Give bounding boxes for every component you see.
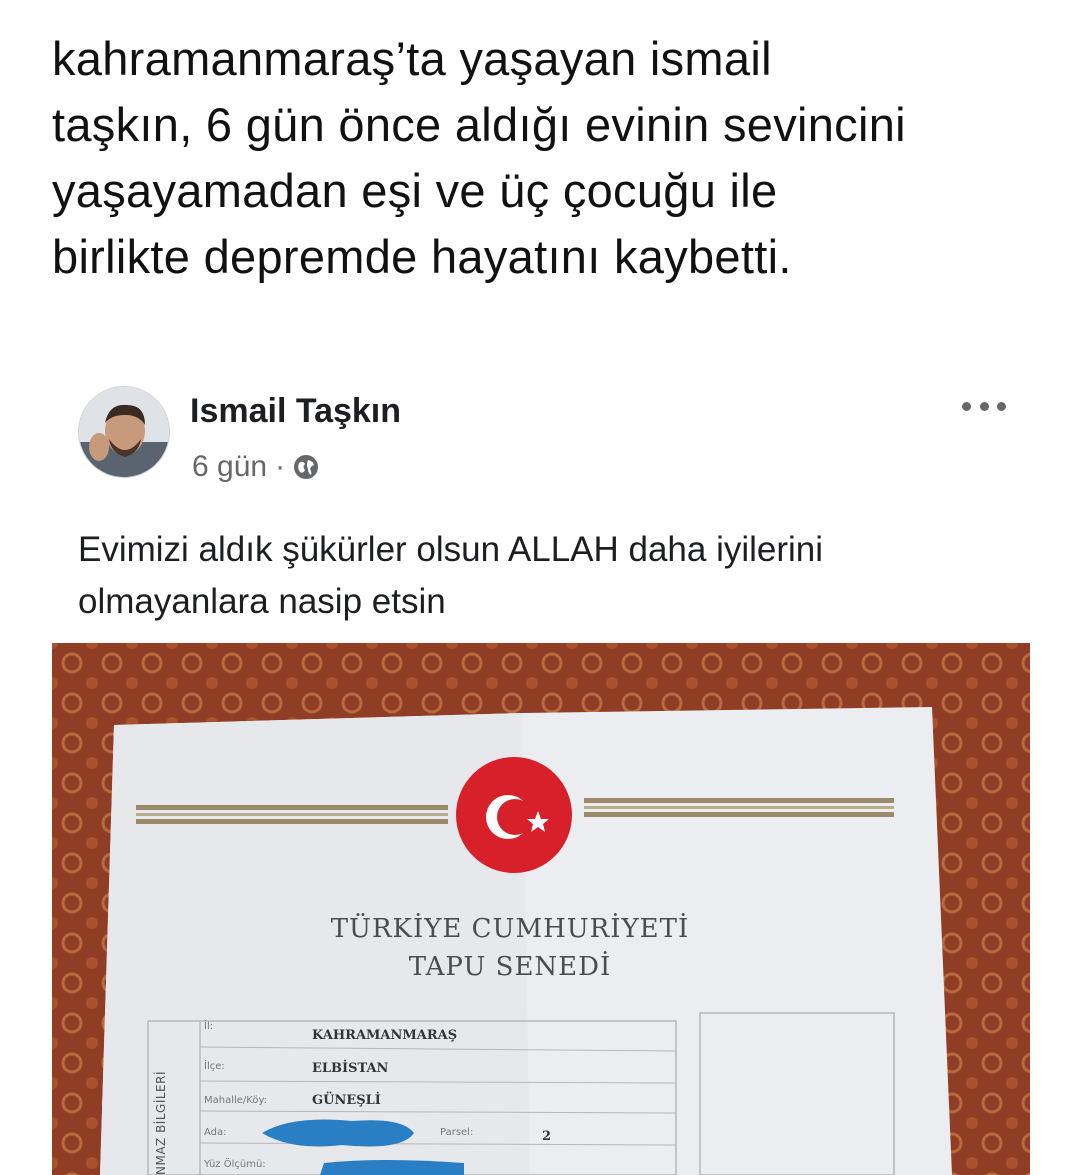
field-label-parsel: Parsel: bbox=[440, 1127, 474, 1138]
headline-line: kahramanmaraş’ta yaşayan ismail bbox=[52, 32, 772, 85]
post-time[interactable]: 6 gün bbox=[192, 450, 267, 484]
deed-title-line2: TAPU SENEDİ bbox=[408, 952, 612, 982]
deed-title: TÜRKİYE CUMHURİYETİ TAPU SENEDİ bbox=[250, 910, 770, 986]
field-label-ada: Ada: bbox=[204, 1127, 227, 1138]
field-value-ilce: ELBİSTAN bbox=[312, 1061, 389, 1076]
title-deed-photo bbox=[52, 643, 1030, 1175]
field-label-mahalle: Mahalle/Köy: bbox=[204, 1095, 268, 1106]
headline-text: kahramanmaraş’ta yaşayan ismail taşkın, … bbox=[52, 26, 1052, 290]
post-text-line: Evimizi aldık şükürler olsun ALLAH daha … bbox=[78, 530, 824, 569]
avatar[interactable] bbox=[78, 386, 170, 478]
meta-separator: · bbox=[275, 450, 286, 483]
field-value-mahalle: GÜNEŞLİ bbox=[312, 1093, 381, 1108]
post-header: Ismail Taşkın 6 gün · bbox=[78, 386, 1006, 496]
post-meta: 6 gün · bbox=[192, 450, 319, 484]
field-label-ilce: İlçe: bbox=[204, 1061, 225, 1072]
field-value-il: KAHRAMANMARAŞ bbox=[312, 1028, 458, 1043]
headline-line: taşkın, 6 gün önce aldığı evinin sevinci… bbox=[52, 98, 906, 151]
headline-line: yaşayamadan eşi ve üç çocuğu ile bbox=[52, 164, 778, 217]
post-photo[interactable]: TÜRKİYE CUMHURİYETİ TAPU SENEDİ İl: KAHR… bbox=[52, 643, 1030, 1175]
field-label-il: İl: bbox=[204, 1021, 214, 1032]
headline-line: birlikte depremde hayatını kaybetti. bbox=[52, 230, 792, 283]
field-value-parsel: 2 bbox=[542, 1129, 552, 1144]
field-label-yuzolcumu: Yüz Ölçümü: bbox=[204, 1159, 266, 1170]
deed-title-line1: TÜRKİYE CUMHURİYETİ bbox=[330, 914, 690, 944]
globe-icon bbox=[293, 454, 319, 480]
post-body: Evimizi aldık şükürler olsun ALLAH daha … bbox=[78, 524, 1038, 628]
post-author-name[interactable]: Ismail Taşkın bbox=[190, 392, 401, 431]
post-text-line: olmayanlara nasip etsin bbox=[78, 582, 446, 621]
more-options-icon[interactable] bbox=[962, 394, 1006, 418]
deed-side-label: NMAZ BİLGİLERİ bbox=[154, 1070, 168, 1175]
